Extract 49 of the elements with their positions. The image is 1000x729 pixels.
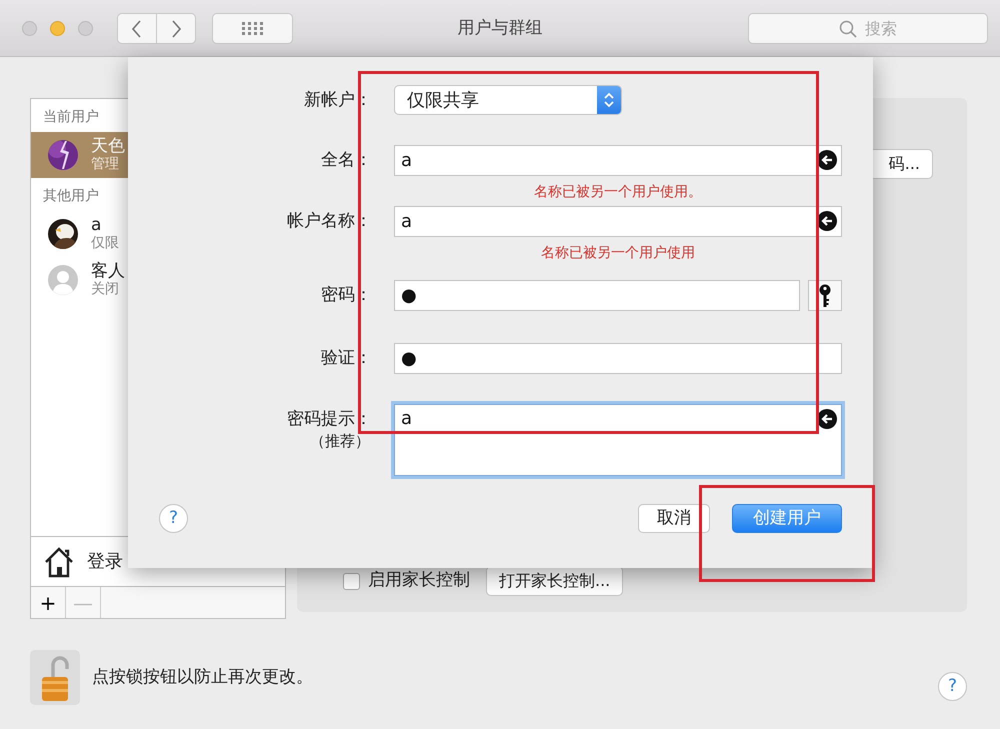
- account-type-popup[interactable]: 仅限共享: [394, 85, 622, 115]
- user-name: a: [91, 216, 102, 235]
- user-name: 天色: [91, 137, 125, 156]
- user-role: 关闭: [91, 280, 120, 298]
- chevron-left-icon: [132, 20, 142, 38]
- clear-icon[interactable]: [817, 211, 837, 231]
- clear-icon[interactable]: [817, 150, 837, 170]
- checkbox[interactable]: [343, 572, 360, 590]
- grid-icon: [242, 22, 264, 36]
- stepper-icon: [603, 91, 615, 109]
- error-message: 名称已被另一个用户使用。: [533, 183, 703, 202]
- hint-field[interactable]: a: [394, 404, 842, 476]
- help-button[interactable]: ?: [938, 672, 967, 701]
- forward-button[interactable]: [157, 13, 196, 44]
- input-field[interactable]: a: [394, 206, 842, 237]
- key-icon: [819, 284, 831, 308]
- field-label: 帐户名称：: [286, 210, 372, 232]
- field-label: 验证：: [320, 347, 372, 370]
- avatar-icon: [47, 264, 79, 296]
- password-field[interactable]: ●: [394, 280, 800, 311]
- search-icon: [839, 20, 857, 38]
- field-label: 密码：: [320, 284, 372, 306]
- lock-hint-text: 点按锁按钮以防止再次更改。: [92, 666, 313, 689]
- checkbox-label: 启用家长控制: [368, 569, 470, 592]
- user-name: 客人: [91, 262, 125, 281]
- error-message: 名称已被另一个用户使用: [540, 244, 696, 263]
- chevron-right-icon: [171, 20, 181, 38]
- password-field[interactable]: ●: [394, 343, 842, 374]
- help-button[interactable]: ?: [159, 504, 188, 533]
- password-assistant-button[interactable]: [808, 280, 842, 311]
- show-all-button[interactable]: [212, 13, 293, 44]
- user-role: 仅限: [91, 234, 119, 252]
- house-icon: [43, 546, 75, 578]
- back-button[interactable]: [117, 13, 157, 44]
- field-label: 全名：: [320, 149, 372, 172]
- open-parental-controls-button[interactable]: 打开家长控制...: [486, 566, 624, 596]
- field-label: 新帐户：: [303, 89, 372, 112]
- input-field[interactable]: a: [394, 145, 842, 176]
- section-heading: 其他用户: [42, 187, 100, 206]
- add-button[interactable]: +: [31, 587, 66, 618]
- window-title: 用户与群组: [456, 17, 544, 40]
- cancel-button[interactable]: 取消: [638, 504, 710, 533]
- field-sublabel: （推荐）: [309, 431, 371, 452]
- user-role: 管理: [91, 156, 120, 173]
- padlock-button[interactable]: [30, 650, 80, 705]
- field-label: 密码提示：: [286, 408, 372, 430]
- section-heading: 当前用户: [42, 108, 100, 127]
- clear-icon[interactable]: [817, 409, 837, 429]
- login-options-label: 登录: [87, 550, 123, 574]
